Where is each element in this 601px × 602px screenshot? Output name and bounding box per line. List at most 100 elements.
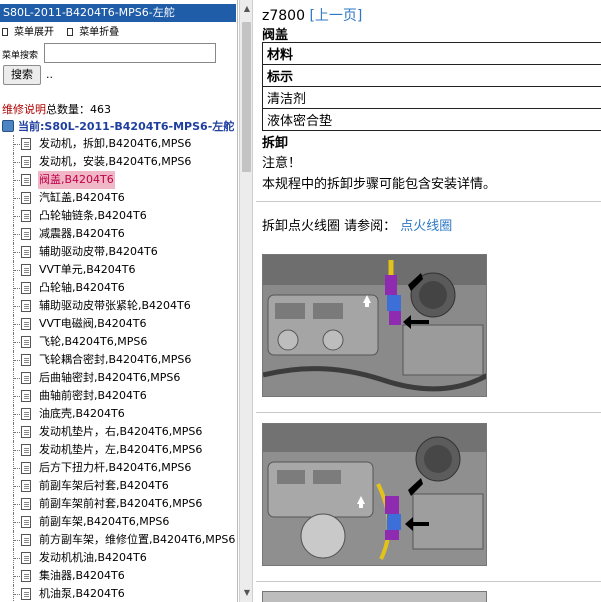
tree-item[interactable]: 前副车架后衬套,B4204T6 <box>0 477 236 495</box>
document-icon <box>21 156 31 168</box>
table-cell: 材料 <box>262 42 601 65</box>
tree-connector <box>13 243 20 261</box>
tree-item[interactable]: 油底壳,B4204T6 <box>0 405 236 423</box>
tree-item-label: 凸轮轴链条,B4204T6 <box>39 209 147 222</box>
document-icon <box>21 516 31 528</box>
search-button[interactable]: 搜索 <box>3 65 41 85</box>
reference-line: 拆卸点火线圈 请参阅： 点火线圈 <box>262 215 452 234</box>
count-label: 维修说明 <box>2 103 46 116</box>
tree-item-label: 凸轮轴,B4204T6 <box>39 281 125 294</box>
tree-connector <box>13 477 20 495</box>
tree-item[interactable]: 集油器,B4204T6 <box>0 567 236 585</box>
notice-heading: 注意！ <box>262 156 302 171</box>
menu-expand-label: 菜单展开 <box>14 27 54 38</box>
tree-item[interactable]: 曲轴前密封,B4204T6 <box>0 387 236 405</box>
tree-item-label: 飞轮耦合密封,B4204T6,MPS6 <box>39 353 192 366</box>
scrollbar-thumb[interactable] <box>242 22 251 172</box>
tree-item[interactable]: 辅助驱动皮带,B4204T6 <box>0 243 236 261</box>
doc-icon <box>2 28 8 36</box>
document-icon <box>21 390 31 402</box>
tree-item[interactable]: 汽缸盖,B4204T6 <box>0 189 236 207</box>
document-icon <box>21 552 31 564</box>
tree-item[interactable]: 前副车架,B4204T6,MPS6 <box>0 513 236 531</box>
document-icon <box>21 282 31 294</box>
table-row: 清洁剂 <box>262 86 601 109</box>
menu-collapse-button[interactable]: 菜单折叠 <box>67 26 119 40</box>
tree-item-label: 后曲轴密封,B4204T6,MPS6 <box>39 371 181 384</box>
menu-controls: 菜单展开 菜单折叠 <box>2 26 129 40</box>
tree-item[interactable]: 发动机垫片，左,B4204T6,MPS6 <box>0 441 236 459</box>
tree-item-label: 机油泵,B4204T6 <box>39 587 125 600</box>
tree-item[interactable]: 飞轮耦合密封,B4204T6,MPS6 <box>0 351 236 369</box>
table-row: 液体密合垫 <box>262 108 601 131</box>
tree-item-label: 前副车架,B4204T6,MPS6 <box>39 515 170 528</box>
section-title: 阀盖 <box>262 28 289 43</box>
tree-connector <box>13 441 20 459</box>
tree-connector <box>13 549 20 567</box>
scroll-down-arrow-icon[interactable]: ▼ <box>242 588 252 598</box>
tree-item-label: 阀盖,B4204T6 <box>38 171 115 189</box>
tree-item[interactable]: 凸轮轴链条,B4204T6 <box>0 207 236 225</box>
menu-expand-button[interactable]: 菜单展开 <box>2 26 54 40</box>
document-icon <box>21 570 31 582</box>
document-header: z7800 [上一页] <box>262 5 362 25</box>
engine-photo-2 <box>262 423 487 566</box>
tree-item-label: 前副车架后衬套,B4204T6 <box>39 479 169 492</box>
previous-page-link[interactable]: [上一页] <box>309 8 362 24</box>
document-icon <box>21 354 31 366</box>
menu-collapse-label: 菜单折叠 <box>79 27 120 38</box>
tree-item[interactable]: 发动机，拆卸,B4204T6,MPS6 <box>0 135 236 153</box>
book-icon <box>2 120 14 132</box>
document-icon <box>21 210 31 222</box>
tree-item[interactable]: VVT单元,B4204T6 <box>0 261 236 279</box>
current-vehicle[interactable]: 当前:S80L-2011-B4204T6-MPS6-左舵 <box>2 118 237 134</box>
tree-item[interactable]: 后方下扭力杆,B4204T6,MPS6 <box>0 459 236 477</box>
document-icon <box>21 318 31 330</box>
ignition-coil-link[interactable]: 点火线圈 <box>400 219 452 234</box>
scroll-up-arrow-icon[interactable]: ▲ <box>242 4 252 14</box>
tree-item[interactable]: 发动机垫片，右,B4204T6,MPS6 <box>0 423 236 441</box>
document-icon <box>21 444 31 456</box>
tree-item-label: 发动机垫片，右,B4204T6,MPS6 <box>39 425 203 438</box>
tree-item[interactable]: 辅助驱动皮带张紧轮,B4204T6 <box>0 297 236 315</box>
tree-item-label: 辅助驱动皮带张紧轮,B4204T6 <box>39 299 191 312</box>
tree-item-label: 飞轮,B4204T6,MPS6 <box>39 335 148 348</box>
tree-item[interactable]: 前方副车架，维修位置,B4204T6,MPS6 <box>0 531 236 549</box>
search-input[interactable] <box>44 43 216 63</box>
tree-connector <box>13 279 20 297</box>
tree-connector <box>13 369 20 387</box>
tree-connector <box>13 531 20 549</box>
tree-item[interactable]: 前副车架前衬套,B4204T6,MPS6 <box>0 495 236 513</box>
document-id: z7800 <box>262 8 305 24</box>
tree-item[interactable]: 阀盖,B4204T6 <box>0 171 236 189</box>
tree-item[interactable]: 后曲轴密封,B4204T6,MPS6 <box>0 369 236 387</box>
divider <box>256 201 601 202</box>
removal-heading: 拆卸 <box>262 136 289 151</box>
tree-connector <box>13 153 20 171</box>
tree-item[interactable]: VVT电磁阀,B4204T6 <box>0 315 236 333</box>
tree-connector <box>13 585 20 602</box>
tree-item[interactable]: 凸轮轴,B4204T6 <box>0 279 236 297</box>
engine-illustration <box>263 424 486 565</box>
tree-connector <box>13 261 20 279</box>
tree-connector <box>13 513 20 531</box>
navigation-frame: S80L-2011-B4204T6-MPS6-左舵 菜单展开 菜单折叠 菜单搜索… <box>0 0 238 602</box>
tree-item-label: 前方副车架，维修位置,B4204T6,MPS6 <box>39 533 236 546</box>
tree-connector <box>13 333 20 351</box>
reference-text: 拆卸点火线圈 请参阅： <box>262 219 397 234</box>
table-cell: 液体密合垫 <box>262 108 601 131</box>
tree-item-label: VVT单元,B4204T6 <box>39 263 136 276</box>
document-icon <box>21 480 31 492</box>
tree-item[interactable]: 机油泵,B4204T6 <box>0 585 236 602</box>
tree-item-label: 曲轴前密封,B4204T6 <box>39 389 147 402</box>
engine-photo-3 <box>262 591 487 602</box>
document-icon <box>21 462 31 474</box>
tree-item-label: 发动机机油,B4204T6 <box>39 551 147 564</box>
tree-connector <box>13 423 20 441</box>
tree-item[interactable]: 减震器,B4204T6 <box>0 225 236 243</box>
tree-item[interactable]: 发动机机油,B4204T6 <box>0 549 236 567</box>
tree-item[interactable]: 发动机，安装,B4204T6,MPS6 <box>0 153 236 171</box>
table-row: 材料 <box>262 42 601 65</box>
nav-scrollbar[interactable]: ▲ ▼ <box>239 0 253 602</box>
tree-item[interactable]: 飞轮,B4204T6,MPS6 <box>0 333 236 351</box>
